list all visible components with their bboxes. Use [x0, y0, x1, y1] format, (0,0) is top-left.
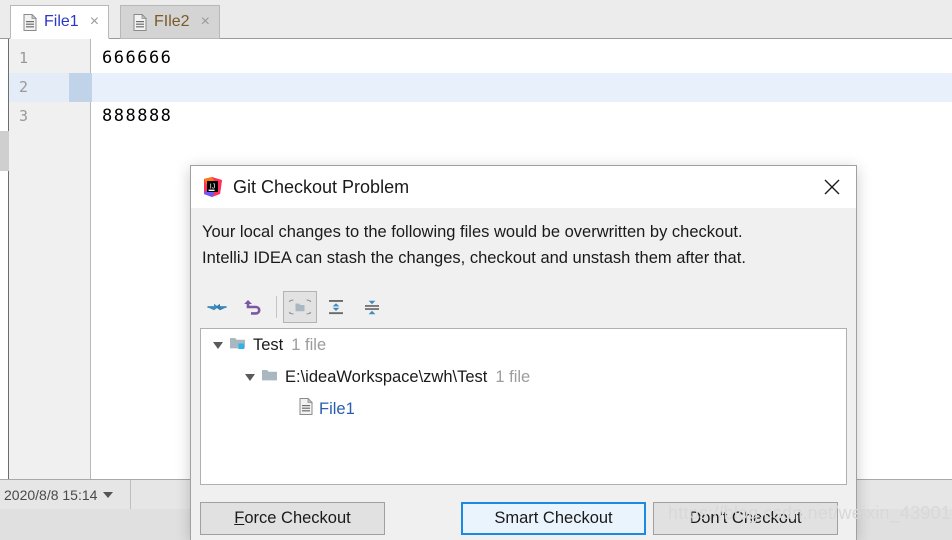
dialog-toolbar — [200, 290, 389, 324]
changed-files-tree[interactable]: Test 1 file E:\ideaWorkspace\zwh\Test 1 … — [200, 328, 847, 485]
line-number: 3 — [19, 107, 55, 125]
editor-tab-bar: File1 × FIle2 × — [0, 0, 952, 39]
close-icon[interactable] — [808, 166, 856, 208]
ide-window: File1 × FIle2 × 1 — [0, 0, 952, 540]
gutter-cell: 1 — [9, 44, 91, 73]
revert-icon[interactable] — [236, 291, 270, 323]
left-tool-strip-handle[interactable] — [0, 131, 9, 171]
caret-down-icon — [103, 492, 113, 498]
line-text: 666666 — [102, 48, 172, 68]
dont-checkout-label: Don't Checkout — [689, 509, 801, 528]
editor-tab-label: File1 — [44, 13, 79, 31]
force-checkout-mnemonic: F — [234, 509, 244, 528]
smart-checkout-label: Smart Checkout — [494, 509, 612, 528]
close-icon[interactable]: × — [201, 14, 210, 30]
collapse-arrows-icon[interactable] — [200, 291, 234, 323]
editor-line-1[interactable]: 1 666666 — [0, 44, 952, 73]
status-datetime-label: 2020/8/8 15:14 — [4, 487, 97, 503]
editor-tab-file2[interactable]: FIle2 × — [120, 5, 220, 39]
file-icon — [299, 398, 313, 420]
force-checkout-label: orce Checkout — [244, 509, 350, 528]
gutter-cell: 3 — [9, 102, 91, 131]
folder-icon — [261, 367, 279, 388]
toolbar-separator — [276, 296, 277, 318]
line-text-cell — [92, 73, 952, 102]
line-text-cell: 888888 — [92, 102, 952, 131]
git-checkout-problem-dialog: IJ Git Checkout Problem Your local chang… — [190, 165, 857, 540]
tree-node-label: Test — [253, 336, 283, 355]
dialog-message-line-1: Your local changes to the following file… — [202, 219, 847, 245]
dialog-title-bar: IJ Git Checkout Problem — [191, 166, 856, 208]
chevron-down-icon[interactable] — [239, 366, 261, 388]
tree-row[interactable]: E:\ideaWorkspace\zwh\Test 1 file — [201, 361, 846, 393]
dialog-title: Git Checkout Problem — [233, 177, 409, 198]
module-folder-icon — [229, 335, 247, 356]
editor-tab-file1[interactable]: File1 × — [10, 5, 109, 39]
line-text: 888888 — [102, 106, 172, 126]
tree-row[interactable]: Test 1 file — [201, 329, 846, 361]
dialog-message-line-2: IntelliJ IDEA can stash the changes, che… — [202, 245, 847, 271]
file-icon — [23, 14, 37, 31]
editor-tab-label: FIle2 — [154, 13, 190, 31]
chevron-down-icon[interactable] — [207, 334, 229, 356]
gutter-cell: 2 — [9, 73, 91, 102]
close-icon[interactable]: × — [90, 14, 99, 30]
dialog-footer: Force Checkout Smart Checkout Don't Chec… — [191, 497, 856, 540]
tree-node-count: 1 file — [291, 336, 326, 355]
dialog-message: Your local changes to the following file… — [202, 219, 847, 271]
tree-node-label: File1 — [319, 400, 355, 419]
line-text-cell: 666666 — [92, 44, 952, 73]
status-datetime[interactable]: 2020/8/8 15:14 — [0, 480, 131, 509]
intellij-idea-logo-icon: IJ — [191, 177, 223, 197]
tree-node-label: E:\ideaWorkspace\zwh\Test — [285, 368, 487, 387]
dialog-body: Your local changes to the following file… — [191, 208, 856, 497]
file-icon — [133, 14, 147, 31]
dont-checkout-button[interactable]: Don't Checkout — [653, 502, 838, 535]
editor-line-2[interactable]: 2 — [0, 73, 952, 102]
line-number: 2 — [19, 78, 55, 96]
line-number: 1 — [19, 49, 55, 67]
force-checkout-button[interactable]: Force Checkout — [200, 502, 385, 535]
svg-text:IJ: IJ — [210, 183, 215, 190]
smart-checkout-button[interactable]: Smart Checkout — [461, 502, 646, 535]
tree-node-count: 1 file — [495, 368, 530, 387]
group-by-directory-icon[interactable] — [283, 291, 317, 323]
editor-line-3[interactable]: 3 888888 — [0, 102, 952, 131]
tree-row[interactable]: File1 — [201, 393, 846, 425]
expand-all-icon[interactable] — [319, 291, 353, 323]
collapse-all-icon[interactable] — [355, 291, 389, 323]
